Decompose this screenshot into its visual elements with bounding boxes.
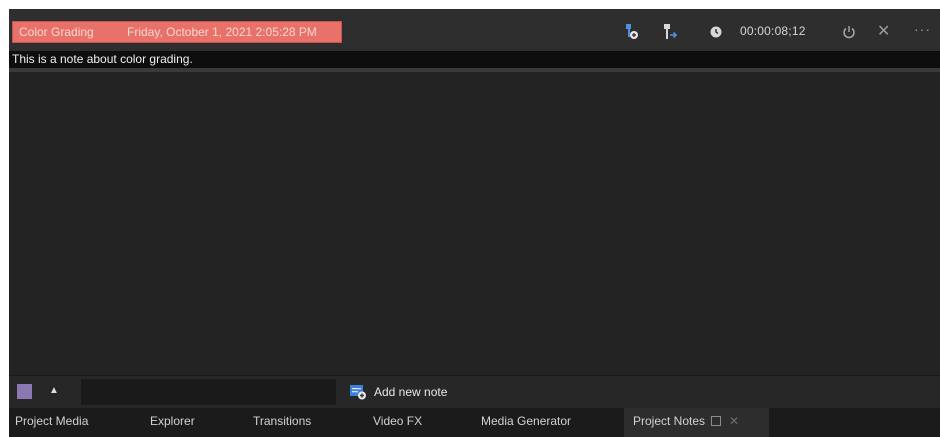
- marker-goto-icon[interactable]: [661, 23, 679, 41]
- note-text[interactable]: This is a note about color grading.: [9, 51, 940, 68]
- tab-close-icon[interactable]: ✕: [729, 414, 739, 428]
- note-tag[interactable]: Color Grading Friday, October 1, 2021 2:…: [12, 21, 342, 43]
- note-date: Friday, October 1, 2021 2:05:28 PM: [127, 25, 317, 39]
- tab-video-fx[interactable]: Video FX: [373, 408, 422, 437]
- timecode-display: 00:00:08;12: [740, 24, 806, 38]
- tab-bar: Project Media Explorer Transitions Video…: [9, 408, 940, 437]
- note-category: Color Grading: [19, 25, 94, 39]
- tab-project-notes-label: Project Notes: [633, 414, 706, 428]
- note-header: Color Grading Friday, October 1, 2021 2:…: [9, 9, 940, 51]
- more-icon[interactable]: ···: [914, 21, 931, 37]
- add-new-note-button[interactable]: Add new note: [349, 380, 447, 404]
- add-new-note-label: Add new note: [374, 385, 448, 399]
- tab-project-notes[interactable]: Project Notes ✕: [624, 408, 769, 437]
- tab-maximize-icon[interactable]: [711, 416, 722, 426]
- power-icon[interactable]: [840, 23, 858, 41]
- caret-up-icon[interactable]: ▲: [49, 385, 59, 396]
- new-note-input[interactable]: [81, 379, 336, 405]
- tab-media-generator[interactable]: Media Generator: [481, 408, 571, 437]
- project-notes-panel: Color Grading Friday, October 1, 2021 2:…: [9, 9, 940, 437]
- tab-explorer[interactable]: Explorer: [150, 408, 195, 437]
- notes-list-area: [9, 72, 940, 375]
- color-swatch-button[interactable]: [17, 384, 32, 399]
- notes-toolbar: ▲ Add new note: [9, 375, 940, 408]
- clock-icon: [707, 23, 725, 41]
- marker-add-icon[interactable]: [622, 23, 640, 41]
- tab-project-media[interactable]: Project Media: [15, 408, 88, 437]
- tab-transitions[interactable]: Transitions: [253, 408, 311, 437]
- add-note-icon: [350, 385, 366, 400]
- close-icon[interactable]: ✕: [877, 21, 890, 41]
